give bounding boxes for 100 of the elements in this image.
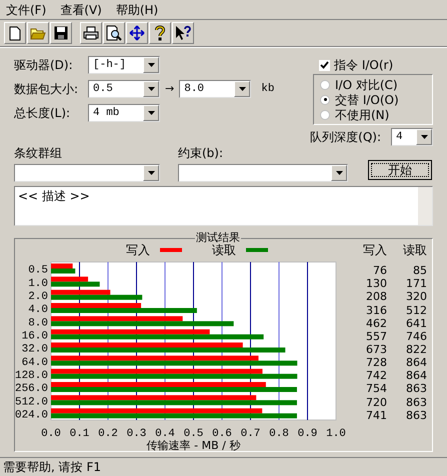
description-field[interactable]: << 描述 >> bbox=[14, 186, 433, 226]
axis-label: 0.4 bbox=[155, 428, 175, 440]
start-button[interactable]: 开始 bbox=[368, 160, 432, 180]
table-cell-text: 863 bbox=[405, 396, 428, 409]
print-button[interactable] bbox=[80, 22, 102, 44]
table-cell-text: 130 bbox=[365, 277, 388, 290]
axis-label: 0.5 bbox=[28, 264, 48, 277]
checkbox-label: 指令 I/O(r) bbox=[334, 57, 394, 74]
context-help-button[interactable] bbox=[172, 22, 194, 44]
scrollbar[interactable] bbox=[418, 187, 432, 225]
axis-label: 128.0 bbox=[15, 370, 48, 382]
axis-title: 传输速率 - MB / 秒 bbox=[146, 439, 240, 451]
table-cell-text: 746 bbox=[405, 330, 428, 343]
caret-icon bbox=[148, 111, 154, 115]
legend-swatch bbox=[160, 248, 182, 252]
table-cell-text: 85 bbox=[412, 264, 428, 278]
axis-label: 0.1 bbox=[70, 428, 90, 440]
open-button[interactable] bbox=[27, 22, 49, 44]
caret-icon bbox=[420, 135, 428, 139]
question-mark-icon bbox=[155, 25, 165, 41]
drive-dropdown[interactable]: [-h-] bbox=[88, 56, 160, 74]
stripe-group-dropdown[interactable] bbox=[14, 164, 160, 182]
table-cell-text: 208 bbox=[365, 290, 388, 304]
axis-label: 1.0 bbox=[28, 278, 48, 290]
length-dropdown[interactable]: 4 mb bbox=[88, 104, 160, 122]
menu-item[interactable]: 查看(V) bbox=[60, 0, 102, 18]
field-label: 总长度(L): bbox=[14, 105, 72, 122]
field-label: 约束(b): bbox=[178, 145, 224, 162]
menu-item[interactable]: 文件(F) bbox=[6, 0, 46, 18]
table-cell-text: 864 bbox=[405, 356, 428, 370]
caret-icon bbox=[148, 171, 154, 175]
printer-icon bbox=[83, 26, 99, 40]
caret-icon bbox=[238, 87, 246, 91]
table-cell-text: 512 bbox=[405, 304, 428, 317]
table-cell-text: 320 bbox=[405, 290, 428, 304]
column-header: 写入 bbox=[362, 242, 388, 259]
four-way-arrow-icon bbox=[129, 25, 145, 41]
field-label: 队列深度(Q): bbox=[310, 129, 381, 146]
radio-label: I/O 对比(C) bbox=[335, 76, 398, 94]
table-cell-text: 754 bbox=[365, 382, 388, 396]
status-text: 需要帮助, 请按 F1 bbox=[3, 459, 101, 476]
radio-button[interactable] bbox=[320, 94, 330, 104]
axis-label: 4.0 bbox=[28, 304, 48, 316]
new-file-button[interactable] bbox=[4, 22, 26, 44]
radio-button[interactable] bbox=[320, 80, 330, 90]
axis-label: 024.0 bbox=[15, 409, 48, 422]
axis-label: 256.0 bbox=[15, 383, 48, 396]
magnifier-page-icon bbox=[106, 25, 122, 41]
table-cell-text: 742 bbox=[365, 369, 388, 382]
folder-icon bbox=[30, 26, 46, 40]
legend-label: 读取 bbox=[212, 242, 236, 259]
move-button[interactable] bbox=[126, 22, 148, 44]
table-cell-text: 720 bbox=[365, 396, 388, 409]
table-cell-text: 76 bbox=[372, 264, 388, 278]
table-cell-text: 673 bbox=[365, 343, 388, 356]
table-cell-text: 171 bbox=[405, 277, 428, 290]
caret-icon bbox=[336, 171, 342, 175]
pointer-question-icon bbox=[175, 25, 191, 41]
legend-swatch bbox=[246, 248, 268, 252]
table-cell-text: 462 bbox=[365, 316, 388, 330]
axis-label: 64.0 bbox=[22, 356, 48, 369]
axis-label: 2.0 bbox=[28, 290, 48, 303]
field-label: 驱动器(D): bbox=[14, 57, 74, 74]
field-label: 条纹群组 bbox=[14, 145, 63, 162]
table-cell-text: 728 bbox=[365, 356, 388, 370]
axis-label: 512.0 bbox=[15, 396, 48, 408]
unit-label: kb bbox=[261, 82, 274, 97]
panel-title: 测试结果 bbox=[195, 231, 241, 244]
print-preview-button[interactable] bbox=[103, 22, 125, 44]
axis-label: 0.7 bbox=[240, 428, 260, 440]
queue-depth-dropdown[interactable]: 4 bbox=[391, 128, 433, 146]
axis-label: 0.2 bbox=[98, 428, 118, 440]
constraint-dropdown[interactable] bbox=[178, 164, 348, 182]
checkmark-icon bbox=[320, 61, 329, 69]
table-cell-text: 316 bbox=[365, 304, 388, 317]
size-from-dropdown[interactable]: 0.5 bbox=[88, 80, 160, 98]
table-cell-text: 557 bbox=[365, 330, 388, 343]
legend-label: 写入 bbox=[126, 242, 150, 259]
axis-label: 0.3 bbox=[126, 428, 146, 440]
table-cell-text: 863 bbox=[405, 408, 428, 422]
radio-button[interactable] bbox=[320, 110, 330, 120]
column-header: 读取 bbox=[402, 242, 428, 259]
radio-label: 不使用(N) bbox=[335, 106, 390, 124]
field-label: 数据包大小: bbox=[14, 81, 80, 98]
menu-item[interactable]: 帮助(H) bbox=[116, 0, 158, 18]
help-button[interactable] bbox=[149, 22, 171, 44]
checkbox[interactable] bbox=[319, 60, 330, 70]
caret-icon bbox=[148, 63, 154, 67]
axis-label: 0.8 bbox=[269, 428, 289, 440]
save-button[interactable] bbox=[50, 22, 72, 44]
axis-label: 8.0 bbox=[28, 317, 48, 330]
table-cell-text: 741 bbox=[365, 408, 388, 422]
axis-label: 32.0 bbox=[22, 344, 48, 356]
table-cell-text: 641 bbox=[405, 316, 428, 330]
size-to-dropdown[interactable]: 8.0 bbox=[179, 80, 252, 98]
axis-label: 0.5 bbox=[184, 428, 204, 440]
axis-label: 0.6 bbox=[212, 428, 232, 440]
blank-page-icon bbox=[9, 26, 21, 40]
table-cell-text: 863 bbox=[405, 382, 428, 396]
axis-label: 16.0 bbox=[22, 330, 48, 342]
